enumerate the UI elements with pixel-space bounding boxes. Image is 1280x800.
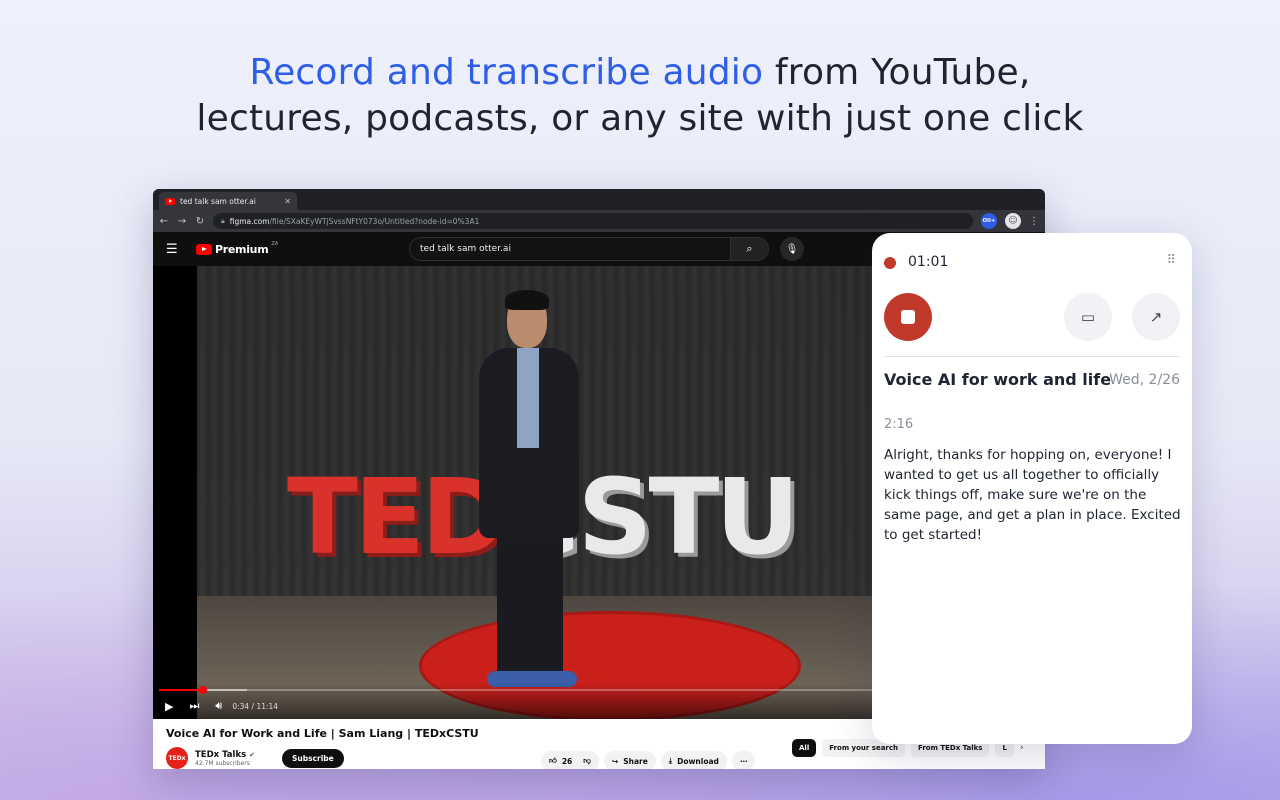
stop-recording-button[interactable] xyxy=(884,293,932,341)
otter-recorder-panel: 01:01 ⠿ ▭ ↗ Voice AI for work and life W… xyxy=(872,233,1192,744)
search-button[interactable]: ⌕ xyxy=(730,238,768,260)
search-box: ted talk sam otter.ai ⌕ xyxy=(409,237,769,261)
subscribe-button[interactable]: Subscribe xyxy=(282,749,344,768)
drag-handle-icon[interactable]: ⠿ xyxy=(1166,253,1174,268)
speaker-legs xyxy=(497,526,563,676)
close-tab-icon[interactable]: ✕ xyxy=(284,197,291,206)
video-title: Voice AI for Work and Life | Sam Liang |… xyxy=(166,727,479,740)
video-actions: 👍︎ 26 👎︎ ↪ Share ⤓ Download ⋯ xyxy=(541,751,755,769)
transcript-timestamp: 2:16 xyxy=(884,417,913,432)
time-display: 0:34 / 11:14 xyxy=(232,702,278,711)
download-icon: ⤓ xyxy=(669,756,672,766)
youtube-play-logo-icon xyxy=(196,244,212,255)
download-button[interactable]: ⤓ Download xyxy=(661,751,727,769)
browser-tab[interactable]: ted talk sam otter.ai ✕ xyxy=(159,192,297,210)
subscriber-count: 42.7M subscribers xyxy=(195,760,255,767)
headline-rest: from YouTube, xyxy=(763,52,1030,93)
share-button[interactable]: ↪ Share xyxy=(604,751,656,769)
thumbs-up-icon: 👍︎ xyxy=(549,756,557,766)
profile-icon[interactable]: ☺ xyxy=(1005,213,1021,229)
url-field[interactable]: 🔒︎ figma.com/file/SXaKEyWTjSvssNFtY073o/… xyxy=(213,213,973,229)
share-label: Share xyxy=(623,757,648,766)
reload-icon[interactable]: ↻ xyxy=(195,216,205,227)
search-input[interactable]: ted talk sam otter.ai xyxy=(410,238,730,260)
search-icon: ⌕ xyxy=(746,242,752,256)
next-icon[interactable]: ⏭︎ xyxy=(189,699,199,713)
like-button[interactable]: 👍︎ 26 👎︎ xyxy=(541,751,599,769)
like-count: 26 xyxy=(562,757,572,766)
play-icon[interactable]: ▶ xyxy=(165,700,173,713)
verified-icon: ✔ xyxy=(249,751,255,759)
back-icon[interactable]: ← xyxy=(159,216,169,227)
control-row: ▶ ⏭︎ 🔊︎ 0:34 / 11:14 xyxy=(165,699,278,713)
chip-all[interactable]: All xyxy=(792,739,816,757)
panel-divider xyxy=(884,356,1180,357)
microphone-icon: 🎙︎ xyxy=(786,244,799,255)
channel-name-text: TEDx Talks xyxy=(195,750,246,760)
thumbs-down-icon[interactable]: 👎︎ xyxy=(583,756,591,766)
chevron-right-icon[interactable]: › xyxy=(1020,743,1024,753)
played-bar xyxy=(159,689,203,691)
conversation-title: Voice AI for work and life xyxy=(884,370,1111,389)
recording-timer: 01:01 xyxy=(908,254,948,270)
youtube-favicon-icon xyxy=(165,198,175,205)
recording-indicator-icon xyxy=(884,257,896,269)
voice-search-button[interactable]: 🎙︎ xyxy=(780,237,804,261)
address-bar: ← → ↻ 🔒︎ figma.com/file/SXaKEyWTjSvssNFt… xyxy=(153,210,1045,232)
open-external-button[interactable]: ↗ xyxy=(1132,293,1180,341)
region-label: ZA xyxy=(271,241,278,247)
url-host: figma.com xyxy=(230,217,270,226)
youtube-logo[interactable]: Premium ZA xyxy=(196,243,278,256)
url-path: /file/SXaKEyWTjSvssNFtY073o/Untitled?nod… xyxy=(270,217,480,226)
premium-label: Premium xyxy=(215,243,268,256)
speaker-shirt xyxy=(517,348,539,448)
headline-line1: Record and transcribe audio from YouTube… xyxy=(0,50,1280,96)
speaker-hair xyxy=(505,290,549,310)
channel-name[interactable]: TEDx Talks ✔ xyxy=(195,750,255,760)
browser-menu-icon[interactable]: ⋮ xyxy=(1029,216,1039,227)
share-icon: ↪ xyxy=(612,757,618,766)
ted-letters: TED xyxy=(287,456,503,578)
lock-icon: 🔒︎ xyxy=(221,217,225,226)
external-link-icon: ↗ xyxy=(1150,308,1163,326)
channel-avatar[interactable]: TEDx xyxy=(166,747,188,769)
headline-accent: Record and transcribe audio xyxy=(249,52,763,93)
volume-icon[interactable]: 🔊︎ xyxy=(215,699,222,713)
capture-button[interactable]: ▭ xyxy=(1064,293,1112,341)
conversation-date: Wed, 2/26 xyxy=(1109,372,1180,388)
headline-line2: lectures, podcasts, or any site with jus… xyxy=(0,96,1280,142)
tab-bar: ted talk sam otter.ai ✕ xyxy=(153,189,1045,210)
more-actions-button[interactable]: ⋯ xyxy=(732,751,756,769)
more-icon: ⋯ xyxy=(740,757,748,766)
screenshot-icon: ▭ xyxy=(1081,308,1095,326)
transcript-text: Alright, thanks for hopping on, everyone… xyxy=(884,445,1184,545)
scrubber-handle[interactable] xyxy=(199,686,207,694)
menu-icon[interactable]: ☰ xyxy=(166,242,180,257)
channel-info: TEDx TEDx Talks ✔ 42.7M subscribers Subs… xyxy=(166,747,344,769)
otter-extension-icon[interactable]: Oll+ xyxy=(981,213,997,229)
download-label: Download xyxy=(677,757,719,766)
tab-title: ted talk sam otter.ai xyxy=(180,197,279,206)
forward-icon[interactable]: → xyxy=(177,216,187,227)
headline: Record and transcribe audio from YouTube… xyxy=(0,50,1280,142)
stop-icon xyxy=(901,310,915,324)
channel-text: TEDx Talks ✔ 42.7M subscribers xyxy=(195,750,255,767)
